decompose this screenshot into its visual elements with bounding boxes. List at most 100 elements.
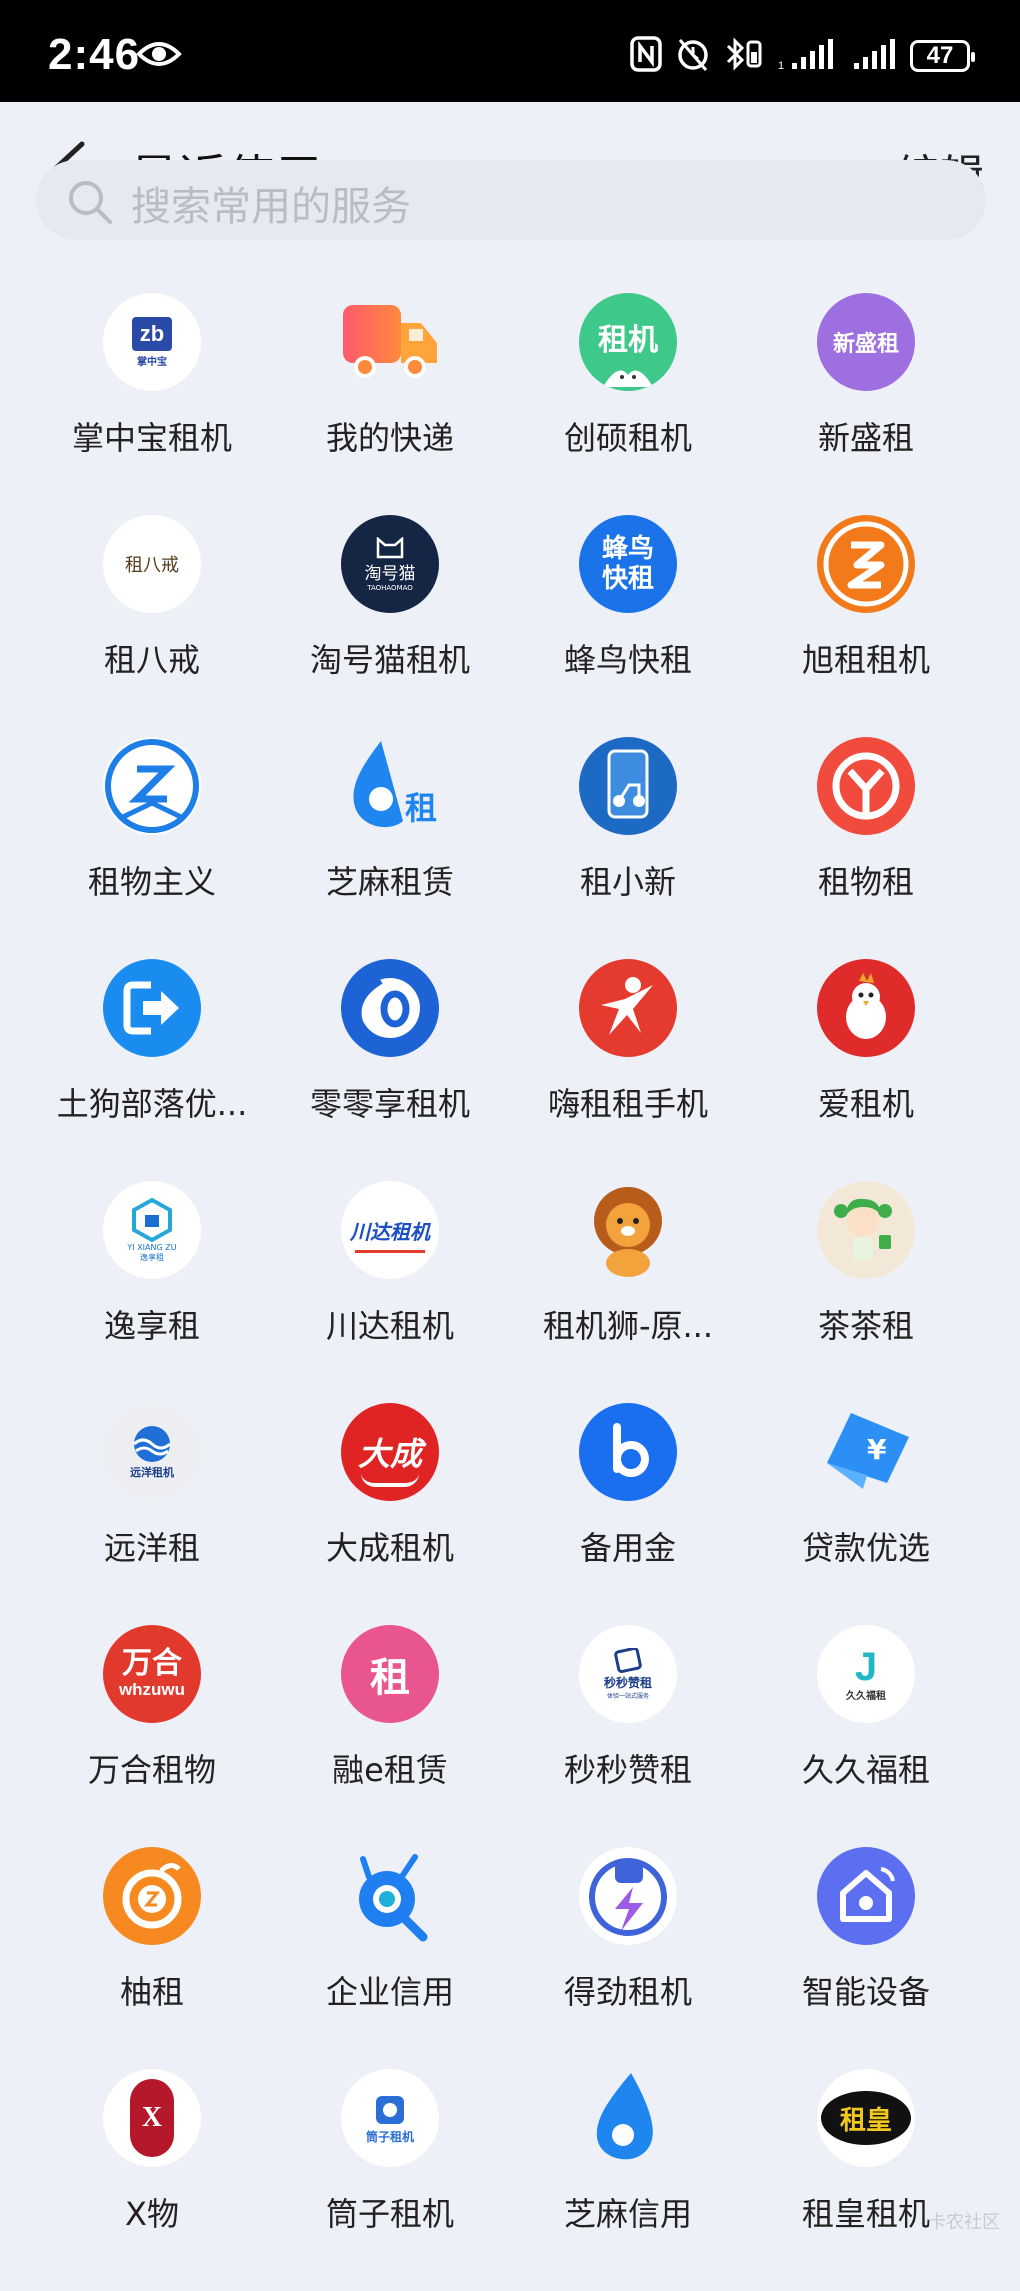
app-label: 创硕租机 [563,419,692,457]
svg-text:1: 1 [778,60,784,71]
app-item[interactable]: 芝麻信用 [509,2069,747,2291]
taohaomao-icon: 淘号猫 TAOHAOMAO [341,515,439,613]
nfc-icon [630,36,662,76]
xuzu-icon [817,515,915,613]
chicken-icon [817,959,915,1057]
alarm-icon [676,36,710,76]
zb-icon: zb 掌中宝 [103,293,201,391]
runner-icon [579,959,677,1057]
app-item[interactable]: 得劲租机 [509,1847,747,2069]
app-label: 企业信用 [325,1973,454,2011]
app-label: 租物主义 [87,863,216,901]
app-item[interactable]: 大成 大成租机 [271,1403,509,1625]
app-label: 蜂鸟快租 [563,641,692,679]
app-item[interactable]: 企业信用 [271,1847,509,2069]
app-item[interactable]: 柚租 [33,1847,271,2069]
app-item[interactable]: 租皇 租皇租机 [747,2069,985,2291]
app-item[interactable]: J 久久福租 久久福租 [747,1625,985,1847]
miaomiao-icon: 秒秒赞租 体验一站式服务 [579,1625,677,1723]
zubajie-icon: 租八戒 [103,515,201,613]
app-item[interactable]: 蜂鸟 快租 蜂鸟快租 [509,515,747,737]
app-item[interactable]: 备用金 [509,1403,747,1625]
app-item[interactable]: 租小新 [509,737,747,959]
app-item[interactable]: 租物租 [747,737,985,959]
b-logo-icon [579,1403,677,1501]
girl-icon [817,1181,915,1279]
arrow-exit-icon [103,959,201,1057]
smart-home-icon [817,1847,915,1945]
app-item[interactable]: 我的快递 [271,293,509,515]
app-item[interactable]: X X物 [33,2069,271,2291]
app-label: 久久福租 [801,1751,930,1789]
status-bar: 2:46 1 47 [0,0,1020,102]
scooter-phone-icon [579,737,677,835]
search-bar[interactable]: 搜索常用的服务 [36,160,986,240]
app-label: 爱租机 [817,1085,914,1123]
app-item[interactable]: 嗨租租手机 [509,959,747,1181]
yuan-card-icon: ¥ [817,1403,915,1501]
app-item[interactable]: 土狗部落优... [33,959,271,1181]
app-item[interactable]: 茶茶租 [747,1181,985,1403]
app-item[interactable]: 租 芝麻租赁 [271,737,509,959]
xinsheng-icon: 新盛租 [817,293,915,391]
app-item[interactable]: 川达租机 川达租机 [271,1181,509,1403]
truck-icon [341,293,439,391]
app-item[interactable]: YI XIANG ZU 逸享租 逸享租 [33,1181,271,1403]
app-item[interactable]: 租八戒 租八戒 [33,515,271,737]
app-item[interactable]: 租 融e租赁 [271,1625,509,1847]
app-item[interactable]: 租机狮-原... [509,1181,747,1403]
app-label: 嗨租租手机 [547,1085,708,1123]
app-item[interactable]: 租物主义 [33,737,271,959]
rong-zu-icon: 租 [341,1625,439,1723]
app-label: 远洋租 [103,1529,200,1567]
app-item[interactable]: 租机 创硕租机 [509,293,747,515]
app-label: 得劲租机 [563,1973,692,2011]
app-item[interactable]: 淘号猫 TAOHAOMAO 淘号猫租机 [271,515,509,737]
search-icon [66,178,114,230]
search-placeholder: 搜索常用的服务 [131,184,411,230]
zuwu-z-icon [103,737,201,835]
wanhe-icon: 万合 whzuwu [103,1625,201,1723]
app-label: 零零享租机 [309,1085,470,1123]
app-label: 租皇租机 [801,2195,930,2233]
app-item[interactable]: 远洋租机 远洋租 [33,1403,271,1625]
app-item[interactable]: 爱租机 [747,959,985,1181]
sesame-drop-icon [579,2069,677,2167]
signal-1-icon: 1 [778,37,838,75]
tongzi-icon: 筒子租机 [341,2069,439,2167]
app-item[interactable]: 旭租租机 [747,515,985,737]
app-label: 租小新 [579,863,676,901]
chuanda-icon: 川达租机 [341,1181,439,1279]
app-item[interactable]: 新盛租 新盛租 [747,293,985,515]
eye-icon [136,40,182,72]
status-time: 2:46 [48,30,141,79]
youzu-icon [103,1847,201,1945]
signal-2-icon [852,37,896,75]
app-label: 融e租赁 [332,1751,448,1789]
app-item[interactable]: 秒秒赞租 体验一站式服务 秒秒赞租 [509,1625,747,1847]
magnifier-bug-icon [341,1847,439,1945]
app-item[interactable]: ¥ 贷款优选 [747,1403,985,1625]
svg-text:¥: ¥ [867,1433,887,1466]
app-label: 智能设备 [801,1973,930,2011]
app-item[interactable]: 筒子租机 筒子租机 [271,2069,509,2291]
app-item[interactable]: zb 掌中宝 掌中宝租机 [33,293,271,515]
app-item[interactable]: 万合 whzuwu 万合租物 [33,1625,271,1847]
app-item[interactable]: 智能设备 [747,1847,985,2069]
app-label: X物 [125,2195,179,2233]
app-label: 逸享租 [103,1307,200,1345]
app-label: 茶茶租 [817,1307,914,1345]
app-label: 租机狮-原... [542,1307,714,1345]
watermark: 卡农社区 [928,2212,1000,2233]
dacheng-icon: 大成 [341,1403,439,1501]
zero-zero-icon [341,959,439,1057]
zhima-zulin-icon: 租 [341,737,439,835]
jiujiu-icon: J 久久福租 [817,1625,915,1723]
app-label: 川达租机 [325,1307,454,1345]
app-item[interactable]: 零零享租机 [271,959,509,1181]
fist-bolt-icon [579,1847,677,1945]
app-label: 我的快递 [325,419,454,457]
app-grid: zb 掌中宝 掌中宝租机 我的快递 租机 创硕租机 新盛租 新盛租 租八戒 租八… [33,293,985,2291]
hexagon-icon: YI XIANG ZU 逸享租 [103,1181,201,1279]
app-label: 土狗部落优... [56,1085,248,1123]
